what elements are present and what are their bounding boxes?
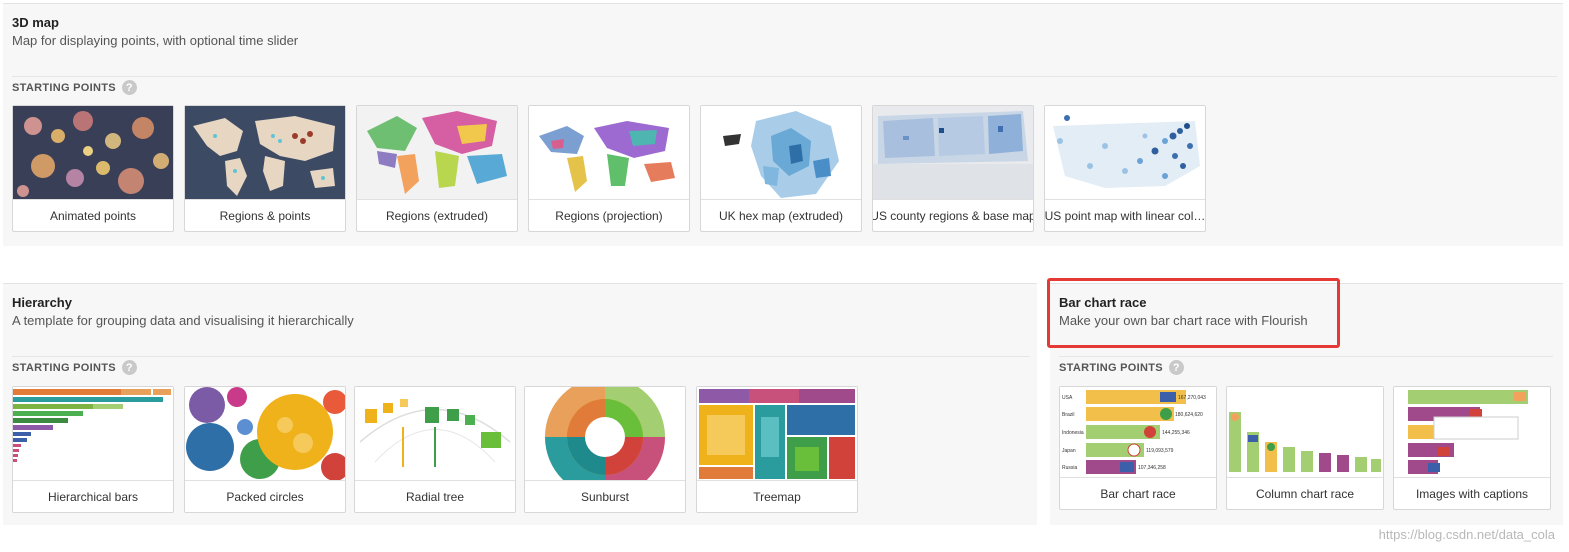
template-card-regions-projection[interactable]: Regions (projection) xyxy=(528,105,690,232)
bcr-row-country: Brazil xyxy=(1062,412,1075,418)
help-icon[interactable]: ? xyxy=(121,360,137,375)
bcr-row-value: 167,270,043 xyxy=(1178,395,1206,401)
highlight-box xyxy=(1047,278,1340,348)
template-card-treemap[interactable]: Treemap xyxy=(696,386,858,513)
starting-points-label: STARTING POINTS xyxy=(1059,361,1163,374)
thumbnail-bar-chart-race: USA 167,270,043 Brazil 180,624,620 Indon… xyxy=(1060,387,1216,478)
thumbnail-packed-circles xyxy=(185,387,345,481)
thumbnail-images-with-captions xyxy=(1394,387,1550,478)
help-icon[interactable]: ? xyxy=(121,80,137,95)
card-label: Animated points xyxy=(49,208,137,223)
section-3d-map: 3D map Map for displaying points, with o… xyxy=(3,3,1563,246)
thumbnail-hierarchical-bars xyxy=(13,387,173,481)
card-label: Treemap xyxy=(753,489,801,504)
template-card-radial-tree[interactable]: Radial tree xyxy=(354,386,516,513)
divider xyxy=(12,76,1557,77)
thumbnail-regions-projection xyxy=(529,106,689,200)
card-label: Regions & points xyxy=(219,208,311,223)
thumbnail-column-chart-race xyxy=(1227,387,1383,478)
card-label: Column chart race xyxy=(1255,486,1355,501)
bcr-row-value: 144,255,346 xyxy=(1162,430,1190,436)
card-label: US point map with linear col… xyxy=(1045,208,1205,223)
bcr-row-value: 119,093,579 xyxy=(1146,448,1174,454)
starting-points-label: STARTING POINTS xyxy=(12,361,116,374)
bcr-thumb-rows: USA 167,270,043 Brazil 180,624,620 Indon… xyxy=(1060,387,1216,477)
section-title: Hierarchy xyxy=(12,295,72,310)
card-label: Packed circles xyxy=(226,489,304,504)
template-card-sunburst[interactable]: Sunburst xyxy=(524,386,686,513)
section-title: 3D map xyxy=(12,15,59,30)
thumbnail-us-county-regions xyxy=(873,106,1033,200)
watermark: https://blog.csdn.net/data_cola xyxy=(1378,527,1555,542)
template-card-hierarchical-bars[interactable]: Hierarchical bars xyxy=(12,386,174,513)
section-description: A template for grouping data and visuali… xyxy=(12,313,354,328)
bcr-row-country: Japan xyxy=(1062,448,1076,454)
thumbnail-us-point-map xyxy=(1045,106,1205,200)
starting-points-label: STARTING POINTS xyxy=(12,81,116,94)
starting-points-heading: STARTING POINTS ? xyxy=(12,80,137,95)
template-card-bar-chart-race[interactable]: USA 167,270,043 Brazil 180,624,620 Indon… xyxy=(1059,386,1217,510)
thumbnail-sunburst xyxy=(525,387,685,481)
thumbnail-treemap xyxy=(697,387,857,481)
template-card-column-chart-race[interactable]: Column chart race xyxy=(1226,386,1384,510)
bcr-row-country: USA xyxy=(1062,395,1073,401)
bcr-row-value: 107,346,258 xyxy=(1138,465,1166,471)
thumbnail-animated-points xyxy=(13,106,173,200)
thumbnail-radial-tree xyxy=(355,387,515,481)
section-description: Map for displaying points, with optional… xyxy=(12,33,299,48)
bcr-row-country: Indonesia xyxy=(1062,430,1084,436)
divider xyxy=(12,356,1030,357)
card-label: Radial tree xyxy=(405,489,465,504)
card-label: Regions (extruded) xyxy=(385,208,489,223)
card-label: UK hex map (extruded) xyxy=(718,208,844,223)
card-label: Images with captions xyxy=(1415,486,1529,501)
card-label: US county regions & base map xyxy=(873,208,1033,223)
template-card-images-with-captions[interactable]: Images with captions xyxy=(1393,386,1551,510)
thumbnail-regions-extruded xyxy=(357,106,517,200)
template-card-us-point-map[interactable]: US point map with linear col… xyxy=(1044,105,1206,232)
card-label: Bar chart race xyxy=(1100,486,1176,501)
starting-points-heading: STARTING POINTS ? xyxy=(1059,360,1184,375)
template-card-us-county-regions[interactable]: US county regions & base map xyxy=(872,105,1034,232)
template-card-uk-hex-map[interactable]: UK hex map (extruded) xyxy=(700,105,862,232)
template-card-animated-points[interactable]: Animated points xyxy=(12,105,174,232)
thumbnail-uk-hex-map xyxy=(701,106,861,200)
card-label: Sunburst xyxy=(580,489,630,504)
divider xyxy=(1059,356,1553,357)
bcr-row-country: Russia xyxy=(1062,465,1078,471)
thumbnail-regions-points xyxy=(185,106,345,200)
help-icon[interactable]: ? xyxy=(1168,360,1184,375)
card-label: Regions (projection) xyxy=(555,208,663,223)
template-card-regions-points[interactable]: Regions & points xyxy=(184,105,346,232)
bcr-row-value: 180,624,620 xyxy=(1175,412,1203,418)
starting-points-heading: STARTING POINTS ? xyxy=(12,360,137,375)
card-label: Hierarchical bars xyxy=(47,489,139,504)
section-hierarchy: Hierarchy A template for grouping data a… xyxy=(3,283,1037,525)
template-card-regions-extruded[interactable]: Regions (extruded) xyxy=(356,105,518,232)
template-card-packed-circles[interactable]: Packed circles xyxy=(184,386,346,513)
